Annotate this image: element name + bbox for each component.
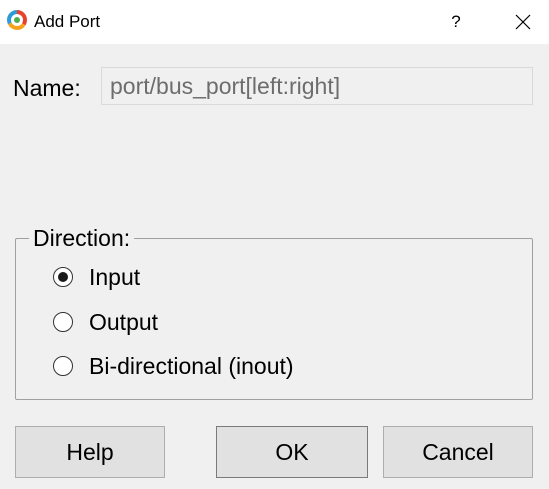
cancel-button[interactable]: Cancel xyxy=(383,426,533,478)
radio-button[interactable] xyxy=(53,312,73,332)
close-button[interactable] xyxy=(497,0,549,44)
radio-option-inout[interactable]: Bi-directional (inout) xyxy=(53,352,294,380)
title-bar[interactable]: Add Port ? xyxy=(0,0,549,44)
ok-button[interactable]: OK xyxy=(216,426,368,478)
radio-label: Input xyxy=(89,264,141,290)
radio-option-input[interactable]: Input xyxy=(53,263,140,291)
help-button[interactable]: Help xyxy=(15,426,165,478)
radio-option-output[interactable]: Output xyxy=(53,308,158,336)
name-label: Name: xyxy=(13,75,81,101)
radio-button[interactable] xyxy=(53,267,73,287)
radio-label: Bi-directional (inout) xyxy=(89,353,294,379)
name-input[interactable] xyxy=(101,67,533,105)
direction-legend: Direction: xyxy=(29,224,135,252)
window-title: Add Port xyxy=(34,12,101,31)
app-logo-icon xyxy=(7,10,27,30)
close-icon xyxy=(515,14,531,30)
context-help-button[interactable]: ? xyxy=(430,0,482,44)
radio-label: Output xyxy=(89,309,159,335)
radio-button[interactable] xyxy=(53,356,73,376)
